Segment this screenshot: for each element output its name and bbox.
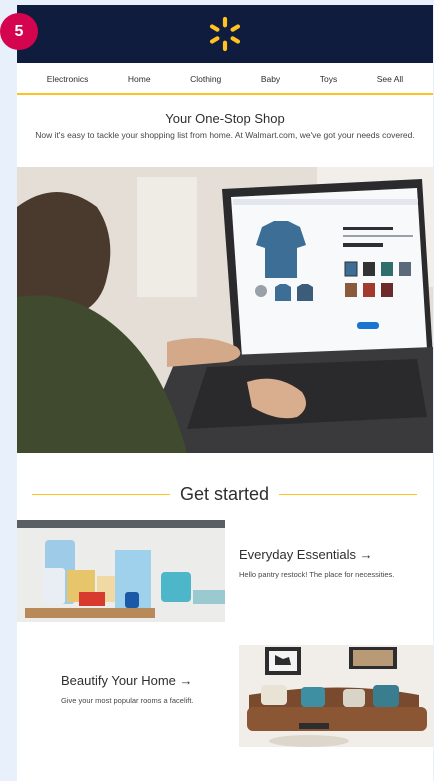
essentials-image[interactable]	[17, 520, 225, 622]
hero-illustration	[17, 167, 433, 453]
email-page: Electronics Home Clothing Baby Toys See …	[17, 5, 433, 781]
get-started-heading: Get started	[32, 483, 418, 505]
heading-rule-right	[279, 493, 418, 495]
heading-rule-left	[32, 493, 170, 495]
beautify-title[interactable]: Beautify Your Home →	[61, 673, 193, 688]
nav-divider	[17, 93, 433, 95]
essentials-title[interactable]: Everyday Essentials →	[239, 547, 373, 562]
essentials-description: Hello pantry restock! The place for nece…	[239, 570, 395, 579]
step-badge: 5	[0, 13, 38, 50]
nav-item-baby[interactable]: Baby	[261, 74, 280, 84]
living-room-illustration	[239, 645, 433, 747]
intro-title: Your One-Stop Shop	[165, 111, 285, 126]
pantry-illustration	[17, 520, 225, 622]
section-title: Get started	[179, 483, 270, 504]
category-nav: Electronics Home Clothing Baby Toys See …	[17, 63, 433, 95]
spark-icon[interactable]	[206, 15, 244, 53]
header-bar	[17, 5, 433, 63]
beautify-description: Give your most popular rooms a facelift.	[61, 696, 194, 705]
intro-subtitle: Now it's easy to tackle your shopping li…	[35, 130, 415, 140]
nav-item-see-all[interactable]: See All	[377, 74, 403, 84]
nav-item-electronics[interactable]: Electronics	[47, 74, 89, 84]
nav-item-clothing[interactable]: Clothing	[190, 74, 221, 84]
nav-item-home[interactable]: Home	[128, 74, 151, 84]
nav-item-toys[interactable]: Toys	[320, 74, 337, 84]
living-room-image[interactable]	[239, 645, 433, 747]
hero-image[interactable]	[17, 167, 433, 453]
